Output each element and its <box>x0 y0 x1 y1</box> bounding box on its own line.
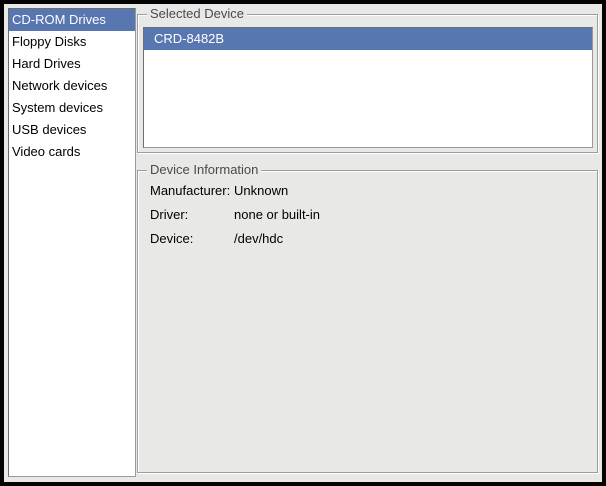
device-information-frame-title: Device Information <box>147 162 261 178</box>
driver-value: none or built-in <box>234 207 320 222</box>
device-information-grid: Manufacturer: Unknown Driver: none or bu… <box>150 178 320 250</box>
selected-device-list: CRD-8482B <box>143 27 593 148</box>
category-item-network-devices[interactable]: Network devices <box>9 75 135 97</box>
category-list: CD-ROM Drives Floppy Disks Hard Drives N… <box>8 8 136 477</box>
selected-device-frame: Selected Device CRD-8482B <box>137 14 598 153</box>
device-label: Device: <box>150 231 234 246</box>
category-item-system-devices[interactable]: System devices <box>9 97 135 119</box>
device-information-frame: Device Information Manufacturer: Unknown… <box>137 170 598 473</box>
category-item-hard-drives[interactable]: Hard Drives <box>9 53 135 75</box>
category-item-video-cards[interactable]: Video cards <box>9 141 135 163</box>
hardware-browser-window: CD-ROM Drives Floppy Disks Hard Drives N… <box>0 0 606 486</box>
category-item-floppy-disks[interactable]: Floppy Disks <box>9 31 135 53</box>
device-value: /dev/hdc <box>234 231 320 246</box>
category-item-cdrom-drives[interactable]: CD-ROM Drives <box>9 9 135 31</box>
device-list-item[interactable]: CRD-8482B <box>144 28 592 50</box>
category-item-usb-devices[interactable]: USB devices <box>9 119 135 141</box>
selected-device-frame-title: Selected Device <box>147 6 247 22</box>
manufacturer-label: Manufacturer: <box>150 183 234 198</box>
manufacturer-value: Unknown <box>234 183 320 198</box>
driver-label: Driver: <box>150 207 234 222</box>
